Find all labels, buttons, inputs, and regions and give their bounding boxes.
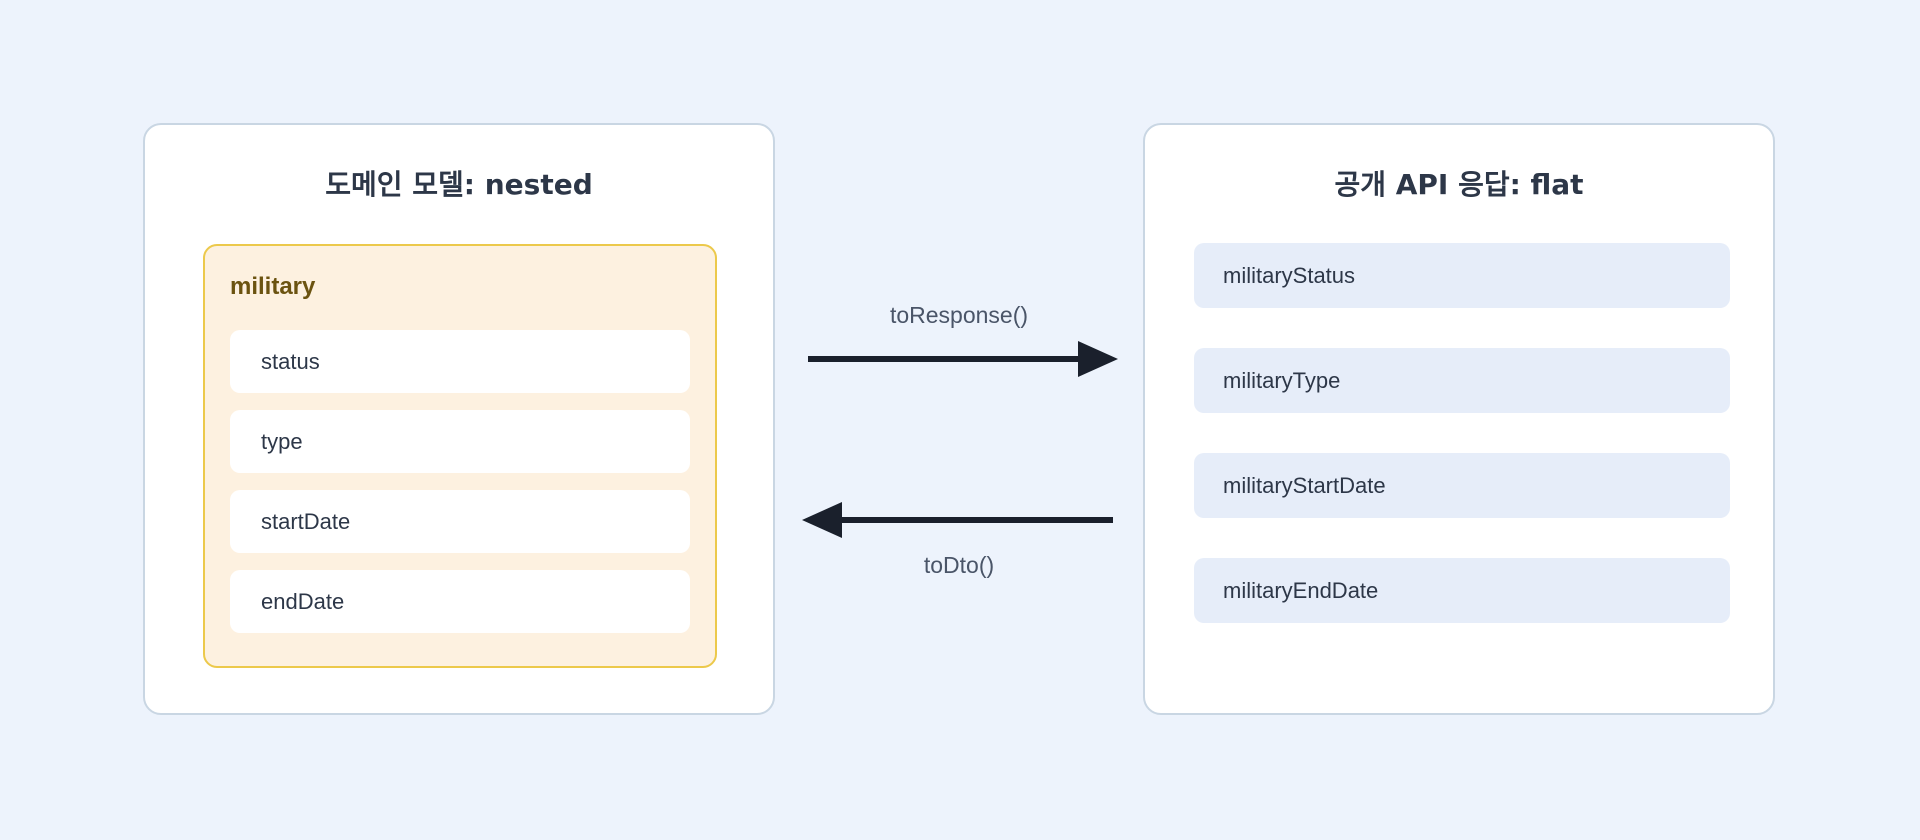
to-response-arrow xyxy=(808,341,1118,377)
connector-arrows xyxy=(802,341,1118,538)
to-dto-arrow xyxy=(802,502,1113,538)
